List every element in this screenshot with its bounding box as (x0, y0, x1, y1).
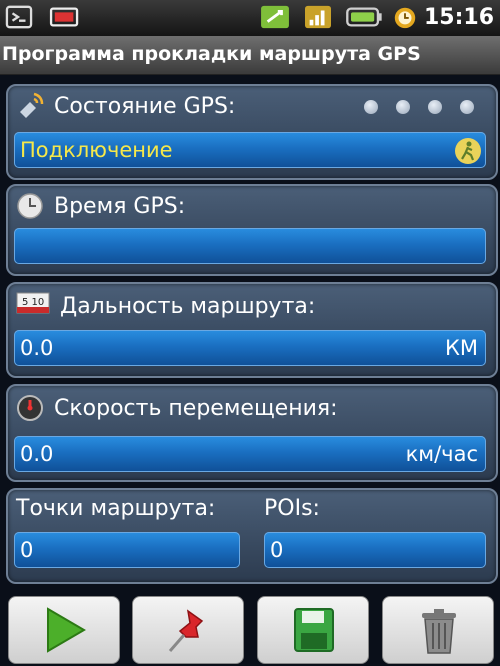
page-title: Программа прокладки маршрута GPS (2, 43, 421, 65)
route-points-value: 0 (20, 538, 34, 562)
gps-time-label: Время GPS: (54, 194, 186, 219)
status-dot (460, 100, 474, 114)
start-button[interactable] (8, 596, 120, 664)
clock-time: 15:16 (423, 5, 494, 30)
trash-can-icon (422, 609, 456, 654)
speed-label: Скорость перемещения: (54, 396, 338, 421)
speed-value: 0.0 (20, 442, 54, 466)
gps-time-panel: Время GPS: (6, 184, 498, 276)
gps-status-field: Подключение (14, 132, 486, 168)
pushpin-icon (168, 609, 204, 652)
satellite-icon (20, 92, 44, 118)
delete-button[interactable] (382, 596, 494, 664)
sync-icon (261, 5, 289, 29)
signal-strength-icon (305, 5, 331, 29)
speed-unit: км/час (405, 442, 478, 466)
route-points-field: 0 (14, 532, 240, 568)
gps-status-panel: Состояние GPS: Подключение (6, 84, 498, 180)
pois-field: 0 (264, 532, 486, 568)
status-dot (364, 100, 378, 114)
floppy-disk-icon (294, 608, 334, 652)
battery-icon (346, 7, 382, 27)
speed-panel: Скорость перемещения: 0.0 км/час (6, 384, 498, 482)
pois-label: POIs: (264, 496, 320, 521)
status-dot (428, 100, 442, 114)
clock-icon (17, 193, 43, 219)
title-bar: Программа прокладки маршрута GPS (0, 36, 500, 75)
gps-status-value: Подключение (20, 138, 173, 162)
odometer-icon: 5 10 (16, 292, 50, 314)
usb-debug-icon (5, 5, 33, 29)
save-button[interactable] (257, 596, 369, 664)
walking-person-icon (455, 138, 481, 164)
route-distance-unit: КМ (444, 336, 478, 360)
route-distance-label: Дальность маршрута: (60, 294, 316, 319)
status-dot (396, 100, 410, 114)
speedometer-icon (17, 395, 43, 421)
gps-time-field (14, 228, 486, 264)
play-icon (47, 607, 86, 653)
route-distance-field: 0.0 КМ (14, 330, 486, 366)
add-waypoint-button[interactable] (132, 596, 244, 664)
route-distance-value: 0.0 (20, 336, 54, 360)
route-distance-panel: 5 10 Дальность маршрута: 0.0 КМ (6, 282, 498, 378)
gps-status-label: Состояние GPS: (54, 94, 236, 119)
points-panel: Точки маршрута: POIs: 0 0 (6, 488, 498, 584)
pois-value: 0 (270, 538, 284, 562)
speed-field: 0.0 км/час (14, 436, 486, 472)
status-bar: 15:16 (0, 0, 500, 36)
svg-text:5 10: 5 10 (22, 297, 44, 308)
battery-warning-icon (49, 7, 79, 27)
alarm-clock-icon (394, 7, 416, 29)
route-points-label: Точки маршрута: (16, 496, 216, 521)
